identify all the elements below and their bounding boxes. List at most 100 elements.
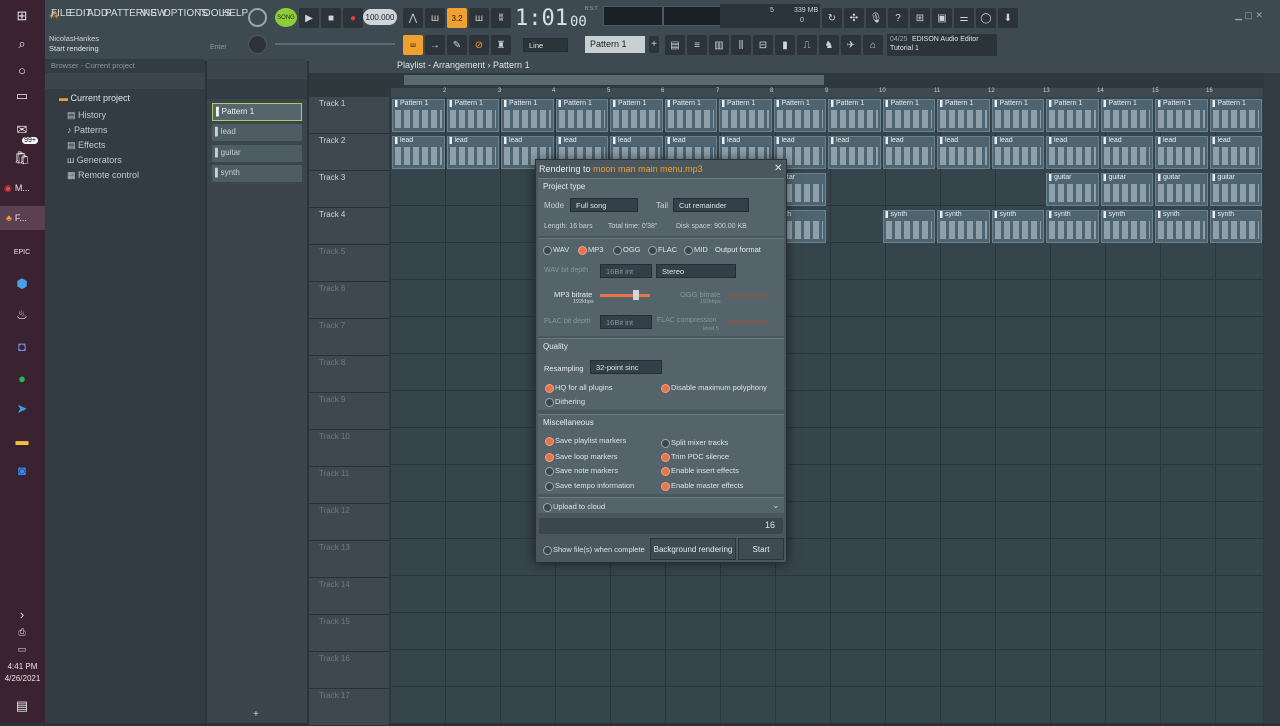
track-header-4[interactable]: Track 4	[309, 208, 389, 245]
touch-keyboard-icon[interactable]: ⎍	[797, 35, 817, 55]
playlist-clip[interactable]: ▌synth	[937, 210, 990, 243]
network-icon[interactable]: ▭	[10, 637, 34, 661]
metronome-icon[interactable]: ⋀	[403, 8, 423, 28]
file-explorer-icon[interactable]: ▬	[10, 428, 34, 452]
spotify-icon[interactable]: ●	[10, 366, 34, 390]
track-header-10[interactable]: Track 10	[309, 430, 389, 467]
app-icon[interactable]: ⬢	[10, 272, 34, 296]
master-pitch-slider[interactable]	[275, 43, 395, 45]
playlist-clip[interactable]: ▌lead	[1046, 136, 1099, 169]
format-mid[interactable]: MID	[684, 245, 708, 255]
channels-select[interactable]: Stereo	[656, 264, 736, 278]
track-header-1[interactable]: Track 1	[309, 97, 389, 134]
plugin-manager-icon[interactable]: ⊞	[910, 8, 930, 28]
project-browser-icon[interactable]: ⊟	[753, 35, 773, 55]
mp3-bitrate-slider[interactable]	[600, 294, 650, 297]
ogg-bitrate-slider[interactable]	[728, 294, 768, 297]
playlist-clip[interactable]: ▌Pattern 1	[555, 99, 608, 132]
playlist-clip[interactable]: ▌lead	[1209, 136, 1262, 169]
playlist-scrollbar[interactable]	[404, 75, 824, 85]
task-view-icon[interactable]: ▭	[10, 84, 34, 108]
store-icon[interactable]: 🛍	[10, 146, 34, 170]
play-icon[interactable]: ▶	[299, 8, 319, 28]
add-pattern-icon[interactable]: +	[253, 709, 259, 720]
enable-insert-toggle[interactable]: Enable insert effects	[661, 466, 739, 476]
playlist-icon[interactable]: ▤	[665, 35, 685, 55]
plugin-picker-icon[interactable]: ▮	[775, 35, 795, 55]
dithering-toggle[interactable]: Dithering	[545, 397, 585, 407]
track-header-6[interactable]: Track 6	[309, 282, 389, 319]
playlist-clip[interactable]: ▌lead	[991, 136, 1044, 169]
arrow-right-icon[interactable]: →	[425, 35, 445, 55]
tempo-display[interactable]: 100.000	[363, 9, 397, 25]
format-flac[interactable]: FLAC	[648, 245, 677, 255]
track-header-17[interactable]: Track 17	[309, 689, 389, 726]
playlist-clip[interactable]: ▌Pattern 1	[937, 99, 990, 132]
chrome-icon[interactable]: ◉ M...	[4, 176, 42, 200]
cpu-spike-icon[interactable]: ↻	[822, 8, 842, 28]
help-icon[interactable]: ?	[888, 8, 908, 28]
pitch-knob[interactable]	[248, 35, 267, 54]
taskbar-date[interactable]: 4/26/2021	[0, 674, 45, 683]
chevron-down-icon[interactable]: ⌄	[772, 500, 780, 511]
disable-polyphony-toggle[interactable]: Disable maximum polyphony	[661, 383, 767, 393]
playlist-clip[interactable]: ▌lead	[392, 136, 445, 169]
playlist-clip[interactable]: ▌Pattern 1	[1155, 99, 1208, 132]
blend-notes-icon[interactable]: ш	[469, 8, 489, 28]
playlist-clip[interactable]: ▌Pattern 1	[501, 99, 554, 132]
mixer-icon[interactable]: ⚌	[954, 8, 974, 28]
mic-icon[interactable]: 🎙	[866, 8, 886, 28]
menu-help[interactable]: HELP	[222, 8, 248, 19]
mp3-bitrate-handle[interactable]	[633, 290, 639, 300]
track-header-14[interactable]: Track 14	[309, 578, 389, 615]
browser-root[interactable]: ▬ Current project	[59, 93, 130, 103]
playlist-clip[interactable]: ▌lead	[1155, 136, 1208, 169]
hq-plugins-toggle[interactable]: HQ for all plugins	[545, 383, 613, 393]
playlist-clip[interactable]: ▌Pattern 1	[1209, 99, 1262, 132]
playlist-clip[interactable]: ▌lead	[446, 136, 499, 169]
resampling-select[interactable]: 32-point sinc	[590, 360, 662, 374]
start-button[interactable]: Start	[738, 538, 784, 560]
snap-select[interactable]: Line	[523, 38, 568, 52]
fl-studio-icon[interactable]: ♣ F...	[0, 206, 45, 230]
playlist-clip[interactable]: ▌guitar	[1100, 173, 1153, 206]
picker-lead[interactable]: ▌lead	[212, 124, 302, 141]
news-panel[interactable]: 04/25 EDISON Audio Editor Tutorial 1	[887, 34, 997, 56]
wait-input-icon[interactable]: ш	[425, 8, 445, 28]
playlist-clip[interactable]: ▌Pattern 1	[392, 99, 445, 132]
stop-icon[interactable]: ■	[321, 8, 341, 28]
close-icon[interactable]: ✕	[774, 163, 782, 174]
playlist-clip[interactable]: ▌Pattern 1	[1046, 99, 1099, 132]
playlist-clip[interactable]: ▌Pattern 1	[610, 99, 663, 132]
track-header-13[interactable]: Track 13	[309, 541, 389, 578]
channel-rack-icon[interactable]: ▥	[709, 35, 729, 55]
main-volume-knob[interactable]	[248, 8, 267, 27]
discord-icon[interactable]: ◘	[10, 334, 34, 358]
stamp-icon[interactable]: ♜	[491, 35, 511, 55]
typing-keyboard-icon[interactable]: ш	[403, 35, 423, 55]
browser-item-remote[interactable]: ▦ Remote control	[67, 170, 139, 181]
track-header-5[interactable]: Track 5	[309, 245, 389, 282]
playlist-clip[interactable]: ▌synth	[1100, 210, 1153, 243]
piano-roll-icon[interactable]: ≡	[687, 35, 707, 55]
mixer-view-icon[interactable]: ⫼	[731, 35, 751, 55]
enable-master-toggle[interactable]: Enable master effects	[661, 481, 743, 491]
playlist-clip[interactable]: ▌guitar	[1209, 173, 1262, 206]
mail-icon[interactable]: ✉ 99+	[10, 118, 38, 144]
playlist-clip[interactable]: ▌synth	[1046, 210, 1099, 243]
track-header-9[interactable]: Track 9	[309, 393, 389, 430]
shop-icon[interactable]: ⌂	[863, 35, 883, 55]
trim-pdc-toggle[interactable]: Trim PDC silence	[661, 452, 729, 462]
plugin-db-icon[interactable]: ♞	[819, 35, 839, 55]
save-icon[interactable]: ▣	[932, 8, 952, 28]
link-icon[interactable]: ⊘	[469, 35, 489, 55]
zoom-icon[interactable]: ◙	[10, 458, 34, 482]
track-header-7[interactable]: Track 7	[309, 319, 389, 356]
taskbar-clock[interactable]: 4:41 PM	[0, 662, 45, 671]
track-header-8[interactable]: Track 8	[309, 356, 389, 393]
song-time-display[interactable]: 1:01 00 B:S:T	[515, 6, 605, 30]
timeline-ruler[interactable]: 2 3 4 5 6 7 8 9 10 11 12 13 14 15 16	[391, 88, 1263, 97]
steam-icon[interactable]: ♨	[10, 303, 34, 327]
mode-select[interactable]: Full song	[570, 198, 638, 212]
snap-countdown-button[interactable]: 3.2	[447, 8, 467, 28]
